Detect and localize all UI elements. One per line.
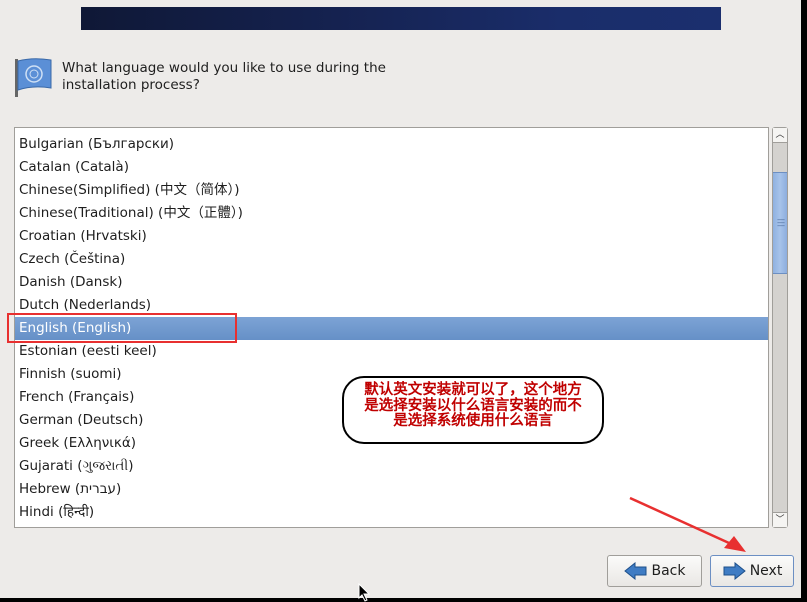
annotation-callout: 默认英文安装就可以了，这个地方 是选择安装以什么语言安装的而不 是选择系统使用什…: [342, 376, 604, 444]
installer-window: What language would you like to use duri…: [0, 0, 801, 602]
language-option[interactable]: Danish (Dansk): [15, 271, 768, 294]
annotation-line: 是选择系统使用什么语言: [393, 412, 553, 429]
language-option[interactable]: Croatian (Hrvatski): [15, 225, 768, 248]
english-highlight-box: [7, 313, 237, 343]
annotation-line: 是选择安装以什么语言安装的而不: [364, 396, 582, 414]
back-button[interactable]: Back: [607, 555, 702, 587]
scroll-thumb[interactable]: — — —: [773, 172, 787, 274]
list-scrollbar[interactable]: ︿ — — — ﹀: [772, 127, 788, 528]
next-button[interactable]: Next: [710, 555, 794, 587]
language-option[interactable]: Chinese(Simplified) (中文（简体）): [15, 179, 768, 202]
language-option[interactable]: Bulgarian (Български): [15, 133, 768, 156]
language-option[interactable]: Estonian (eesti keel): [15, 340, 768, 363]
grip-icon: — — —: [777, 215, 785, 230]
mouse-cursor-icon: [358, 583, 371, 602]
annotation-arrow-icon: [629, 496, 746, 552]
next-arrow-icon: [723, 562, 746, 580]
language-option[interactable]: Chinese(Traditional) (中文（正體）): [15, 202, 768, 225]
scroll-down-button[interactable]: ﹀: [773, 512, 787, 527]
language-option[interactable]: Czech (Čeština): [15, 248, 768, 271]
annotation-line: 默认英文安装就可以了，这个地方: [364, 381, 582, 398]
next-label: Next: [749, 563, 783, 579]
language-option[interactable]: Catalan (Català): [15, 156, 768, 179]
language-flag-icon: [15, 58, 52, 97]
scroll-up-button[interactable]: ︿: [773, 128, 787, 143]
back-arrow-icon: [623, 562, 646, 580]
header-banner: [81, 7, 721, 30]
language-question: What language would you like to use duri…: [62, 60, 386, 93]
language-option[interactable]: Gujarati (ગુજરાતી): [15, 455, 768, 478]
back-label: Back: [651, 563, 686, 579]
